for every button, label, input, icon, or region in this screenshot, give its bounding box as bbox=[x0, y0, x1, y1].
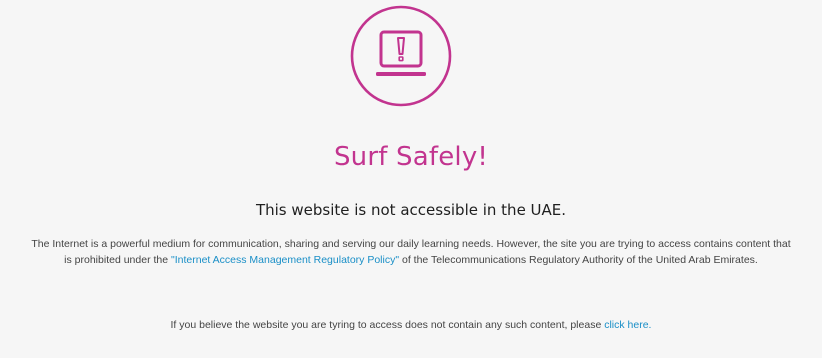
appeal-notice: If you believe the website you are tyrin… bbox=[0, 317, 822, 333]
blocked-page: Surf Safely! This website is not accessi… bbox=[0, 0, 822, 358]
warning-laptop-icon bbox=[349, 4, 453, 108]
explanation-text: The Internet is a powerful medium for co… bbox=[30, 236, 792, 268]
explanation-text-end: of the Telecommunications Regulatory Aut… bbox=[399, 254, 758, 266]
click-here-link[interactable]: click here. bbox=[604, 319, 651, 331]
page-headline: Surf Safely! bbox=[333, 142, 489, 172]
appeal-notice-text: If you believe the website you are tyrin… bbox=[170, 319, 605, 331]
page-subheading: This website is not accessible in the UA… bbox=[255, 201, 567, 219]
policy-link[interactable]: "Internet Access Management Regulatory P… bbox=[171, 254, 399, 266]
